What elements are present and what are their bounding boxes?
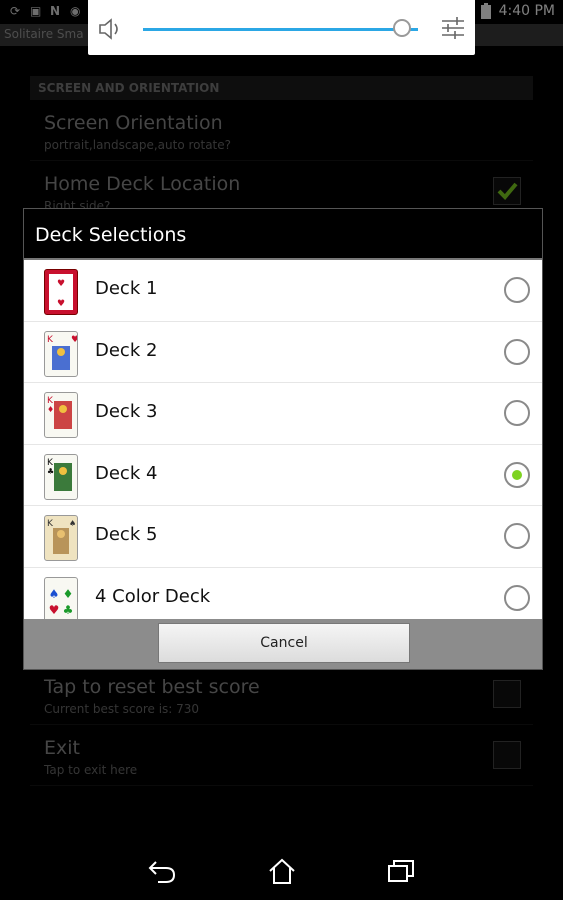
- volume-track[interactable]: [143, 28, 418, 31]
- deck-radio[interactable]: [504, 338, 530, 365]
- deck-option-4[interactable]: K ♣ Deck 4: [24, 445, 542, 506]
- card-hearts-icon: ♥ ♥: [44, 269, 78, 315]
- svg-text:♥: ♥: [49, 603, 60, 617]
- home-icon[interactable]: [267, 858, 297, 884]
- deck-label: Deck 3: [95, 401, 158, 422]
- svg-text:♥: ♥: [71, 335, 77, 345]
- speaker-icon[interactable]: [98, 18, 124, 40]
- svg-text:♠: ♠: [49, 587, 60, 601]
- equalizer-settings-icon[interactable]: [440, 16, 466, 40]
- deck-list: ♥♥ Deck 1 K♥ Deck 2 K♦ Deck 3 K♣ Deck 4: [24, 260, 542, 621]
- cancel-button[interactable]: Cancel: [158, 623, 410, 663]
- deck-radio[interactable]: [504, 400, 530, 426]
- deck-radio[interactable]: [504, 523, 530, 549]
- card-king-vintage-icon: K ♠: [44, 515, 78, 561]
- card-king-clubs-icon: K ♣: [44, 453, 78, 500]
- deck-label: Deck 4: [95, 462, 158, 484]
- deck-option-four-color[interactable]: ♠ ♦ ♥ ♣ 4 Color Deck: [24, 568, 542, 621]
- svg-text:♣: ♣: [63, 603, 74, 617]
- deck-label: 4 Color Deck: [95, 585, 211, 607]
- svg-text:♥: ♥: [57, 279, 65, 289]
- svg-text:♦: ♦: [63, 587, 74, 601]
- card-four-color-icon: ♠ ♦ ♥ ♣: [44, 576, 78, 621]
- navigation-bar: [0, 840, 563, 900]
- svg-text:♥: ♥: [57, 299, 65, 309]
- card-king-icon: K ♦: [44, 392, 78, 438]
- back-icon[interactable]: [148, 858, 178, 884]
- svg-text:♣: ♣: [47, 467, 54, 476]
- deck-label: Deck 2: [95, 339, 158, 361]
- deck-radio[interactable]: [504, 277, 530, 303]
- deck-option-2[interactable]: K♥ Deck 2: [24, 322, 542, 383]
- deck-option-3[interactable]: K ♦ Deck 3: [24, 383, 542, 445]
- deck-selection-dialog: Deck Selections ♥♥ Deck 1 K♥ Deck 2 K♦ D…: [23, 208, 543, 670]
- dialog-title: Deck Selections: [24, 209, 542, 260]
- deck-option-5[interactable]: K ♠ Deck 5: [24, 506, 542, 568]
- deck-label: Deck 5: [95, 524, 158, 545]
- volume-slider-thumb[interactable]: [393, 19, 411, 37]
- svg-text:♠: ♠: [69, 519, 76, 528]
- deck-radio[interactable]: [504, 584, 530, 611]
- svg-text:♦: ♦: [47, 405, 54, 414]
- svg-text:K: K: [47, 335, 54, 345]
- dialog-footer: Cancel: [24, 619, 542, 669]
- volume-panel: [88, 0, 475, 55]
- recents-icon[interactable]: [386, 858, 416, 884]
- deck-radio-selected[interactable]: [504, 461, 530, 488]
- svg-text:K: K: [47, 519, 54, 529]
- card-king-icon: K♥: [44, 330, 78, 377]
- deck-option-1[interactable]: ♥ ♥ Deck 1: [24, 260, 542, 322]
- deck-label: Deck 1: [95, 278, 158, 299]
